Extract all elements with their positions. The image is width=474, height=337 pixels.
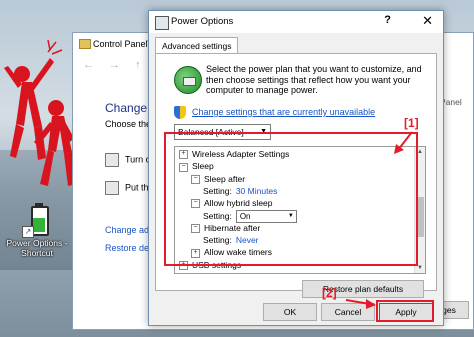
uac-shield-icon <box>174 106 186 119</box>
help-button[interactable]: ? <box>384 14 391 26</box>
shortcut-label-line1: Power Options - <box>6 238 68 248</box>
annotation-label-2: [2] <box>322 286 337 300</box>
put-to-sleep-item: Put the <box>105 181 154 195</box>
change-unavailable-settings-link[interactable]: Change settings that are currently unava… <box>192 107 375 117</box>
monitor-icon <box>105 153 119 167</box>
sleep-icon <box>105 181 119 195</box>
close-button[interactable]: ✕ <box>422 13 433 29</box>
dialog-title: Power Options <box>171 16 234 27</box>
intro-text: Select the power plan that you want to c… <box>206 64 422 95</box>
shortcut-label-line2: Shortcut <box>21 248 53 258</box>
annotation-box-settings <box>164 132 418 266</box>
folder-icon <box>79 39 91 49</box>
annotation-arrow-2 <box>345 299 376 309</box>
change-advanced-link[interactable]: Change adv <box>105 225 154 235</box>
control-panel-choose-text: Choose the <box>105 119 152 129</box>
turn-off-display-item: Turn of <box>105 153 153 167</box>
ok-button[interactable]: OK <box>263 303 317 321</box>
tab-advanced-settings[interactable]: Advanced settings <box>155 37 239 54</box>
power-options-icon <box>155 16 169 30</box>
power-options-shortcut[interactable]: ↗ Power Options - Shortcut <box>4 202 70 258</box>
annotation-arrow-1 <box>394 131 413 154</box>
restore-defaults-link[interactable]: Restore def <box>105 243 152 253</box>
dancing-figures-image <box>4 39 76 186</box>
annotation-label-1: [1] <box>404 116 419 130</box>
control-panel-title: Control Panel\ <box>93 39 151 49</box>
dialog-titlebar: Power Options ? ✕ <box>149 11 443 33</box>
shortcut-arrow-icon: ↗ <box>22 226 34 238</box>
battery-icon: ↗ <box>22 202 52 238</box>
power-plan-icon <box>174 66 202 94</box>
annotation-box-apply <box>376 300 434 322</box>
